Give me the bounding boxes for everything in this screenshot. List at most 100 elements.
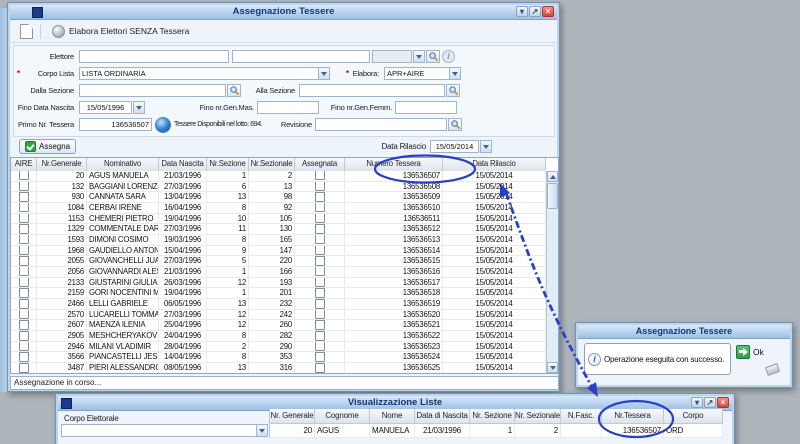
aire-checkbox[interactable]	[19, 214, 29, 223]
assegnata-checkbox[interactable]	[315, 278, 325, 287]
table-row[interactable]: 1593DIMONI COSIMO19/03/19968165136536513…	[11, 235, 546, 246]
fino-gen-femm-field[interactable]	[395, 101, 457, 114]
ok-button[interactable]: Ok	[736, 345, 764, 359]
assegnata-checkbox[interactable]	[315, 320, 325, 329]
dalla-sezione-field[interactable]	[79, 84, 226, 97]
table-row[interactable]: 3487PIERI ALESSANDRO08/05/19961331613653…	[11, 363, 546, 373]
assegnata-checkbox[interactable]	[315, 182, 325, 191]
aire-checkbox[interactable]	[19, 288, 29, 297]
generate-tessera-button[interactable]	[155, 117, 171, 133]
alla-sezione-search-button[interactable]	[446, 84, 460, 97]
column-header[interactable]: Nr.Sezionale	[249, 158, 295, 171]
primo-tessera-field[interactable]: 136536507	[79, 118, 152, 131]
aire-checkbox[interactable]	[19, 331, 29, 340]
aire-checkbox[interactable]	[19, 224, 29, 233]
scrollbar-thumb[interactable]	[547, 183, 558, 209]
aire-checkbox[interactable]	[19, 235, 29, 244]
assegnata-checkbox[interactable]	[315, 171, 325, 180]
column-header[interactable]: Data Rilascio	[443, 158, 546, 171]
table-row[interactable]: 2133GIUSTARINI GIULIA26/03/1996121931365…	[11, 278, 546, 289]
table-row[interactable]: 20AGUSMANUELA21/03/199612136536507ORD	[270, 424, 723, 438]
elabora-elettori-button[interactable]: Elabora Elettori SENZA Tessera	[48, 24, 193, 39]
assegnata-checkbox[interactable]	[315, 299, 325, 308]
assegnata-checkbox[interactable]	[315, 310, 325, 319]
fino-data-nascita-field[interactable]: 15/05/1996	[79, 101, 132, 114]
assegnata-checkbox[interactable]	[315, 192, 325, 201]
assegnata-checkbox[interactable]	[315, 352, 325, 361]
scroll-down-button[interactable]	[547, 362, 558, 373]
elabora-select[interactable]: APR+AIRE	[384, 67, 461, 80]
table-row[interactable]: 2159GORI NOCENTINI MAR19/04/199612011365…	[11, 288, 546, 299]
table-row[interactable]: 1968GAUDIELLO ANTONIO15/04/1996914713653…	[11, 246, 546, 257]
column-header[interactable]: Assegnata	[295, 158, 345, 171]
assegnata-checkbox[interactable]	[315, 342, 325, 351]
column-header[interactable]: Nr. Generale	[270, 409, 315, 424]
aire-checkbox[interactable]	[19, 363, 29, 372]
dialog-titlebar[interactable]: Assegnazione Tessere	[578, 325, 790, 339]
table-row[interactable]: 2946MILANI VLADIMIR28/04/199622901365365…	[11, 342, 546, 353]
fino-data-nascita-dropdown[interactable]	[133, 101, 145, 114]
new-document-icon[interactable]	[20, 24, 33, 39]
data-rilascio-field[interactable]: 15/05/2014	[430, 140, 479, 153]
table-row[interactable]: 1084CERBAI IRENE16/04/199689213653651015…	[11, 203, 546, 214]
assegna-button[interactable]: Assegna	[19, 139, 76, 154]
titlebar[interactable]: Assegnazione Tessere ▾ ↗ ×	[10, 5, 557, 20]
assegnata-checkbox[interactable]	[315, 267, 325, 276]
column-header[interactable]: Data Nascita	[159, 158, 207, 171]
table-row[interactable]: 1329COMMENTALE DARIO27/03/19961113013653…	[11, 224, 546, 235]
restore-button[interactable]: ↗	[704, 397, 716, 408]
elettore-dropdown-button[interactable]	[413, 50, 425, 63]
elabora-dropdown[interactable]	[449, 67, 461, 80]
column-header[interactable]: Nr. Sezione	[470, 409, 515, 424]
column-header[interactable]: Corpo	[664, 409, 723, 424]
elettore-name-field[interactable]	[232, 50, 370, 63]
info-button[interactable]: i	[442, 50, 455, 63]
table-row[interactable]: 20AGUS MANUELA21/03/19961213653650715/05…	[11, 171, 546, 182]
aire-checkbox[interactable]	[19, 182, 29, 191]
aire-checkbox[interactable]	[19, 171, 29, 180]
corpo-lista-select[interactable]: LISTA ORDINARIA	[79, 67, 330, 80]
aire-checkbox[interactable]	[19, 203, 29, 212]
table-row[interactable]: 2466LELLI GABRIELE06/05/1996132321365365…	[11, 299, 546, 310]
column-header[interactable]: Nome	[370, 409, 415, 424]
table-row[interactable]: 3566PIANCASTELLI JESSICA14/04/1996835313…	[11, 352, 546, 363]
vertical-scrollbar[interactable]	[546, 171, 558, 373]
scroll-up-button[interactable]	[547, 171, 558, 182]
column-header[interactable]: Numero Tessera	[345, 158, 443, 171]
aire-checkbox[interactable]	[19, 320, 29, 329]
assegnata-checkbox[interactable]	[315, 256, 325, 265]
elettore-code-field[interactable]	[79, 50, 229, 63]
column-header[interactable]: N.Fasc.	[561, 409, 602, 424]
corpo-lista-dropdown[interactable]	[318, 67, 330, 80]
revisione-field[interactable]	[315, 118, 447, 131]
eraser-icon[interactable]	[765, 363, 780, 376]
column-header[interactable]: AIRE	[11, 158, 37, 171]
aire-checkbox[interactable]	[19, 246, 29, 255]
table-row[interactable]: 2607MAENZA ILENIA25/04/19961226013653652…	[11, 320, 546, 331]
column-header[interactable]: Nr.Tessera	[602, 409, 664, 424]
table-row[interactable]: 132BAGGIANI LORENZO27/03/199661313653650…	[11, 182, 546, 193]
table-row[interactable]: 2055GIOVANCHELLI JUAN C27/03/19965220136…	[11, 256, 546, 267]
assegnata-checkbox[interactable]	[315, 288, 325, 297]
column-header[interactable]: Nominativo	[87, 158, 159, 171]
column-header[interactable]: Nr.Generale	[37, 158, 87, 171]
assegnata-checkbox[interactable]	[315, 246, 325, 255]
minimize-button[interactable]: ▾	[691, 397, 703, 408]
alla-sezione-field[interactable]	[299, 84, 445, 97]
assegnata-checkbox[interactable]	[315, 363, 325, 372]
revisione-search-button[interactable]	[448, 118, 462, 131]
table-row[interactable]: 2056GIOVANNARDI ALESSA21/03/199611661365…	[11, 267, 546, 278]
column-header[interactable]: Data di Nascita	[415, 409, 470, 424]
table-row[interactable]: 1153CHEMERI PIETRO19/04/1996101051365365…	[11, 214, 546, 225]
aire-checkbox[interactable]	[19, 352, 29, 361]
table-row[interactable]: 930CANNATA SARA13/04/1996139813653650915…	[11, 192, 546, 203]
aire-checkbox[interactable]	[19, 192, 29, 201]
assegnata-checkbox[interactable]	[315, 203, 325, 212]
aire-checkbox[interactable]	[19, 299, 29, 308]
minimize-button[interactable]: ▾	[516, 6, 528, 17]
aire-checkbox[interactable]	[19, 310, 29, 319]
assegnata-checkbox[interactable]	[315, 331, 325, 340]
close-button[interactable]: ×	[542, 6, 554, 17]
corpo-elettorale-dropdown[interactable]	[256, 424, 268, 437]
table-row[interactable]: 2905MESHCHERYAKOV TIMU24/04/199682821365…	[11, 331, 546, 342]
